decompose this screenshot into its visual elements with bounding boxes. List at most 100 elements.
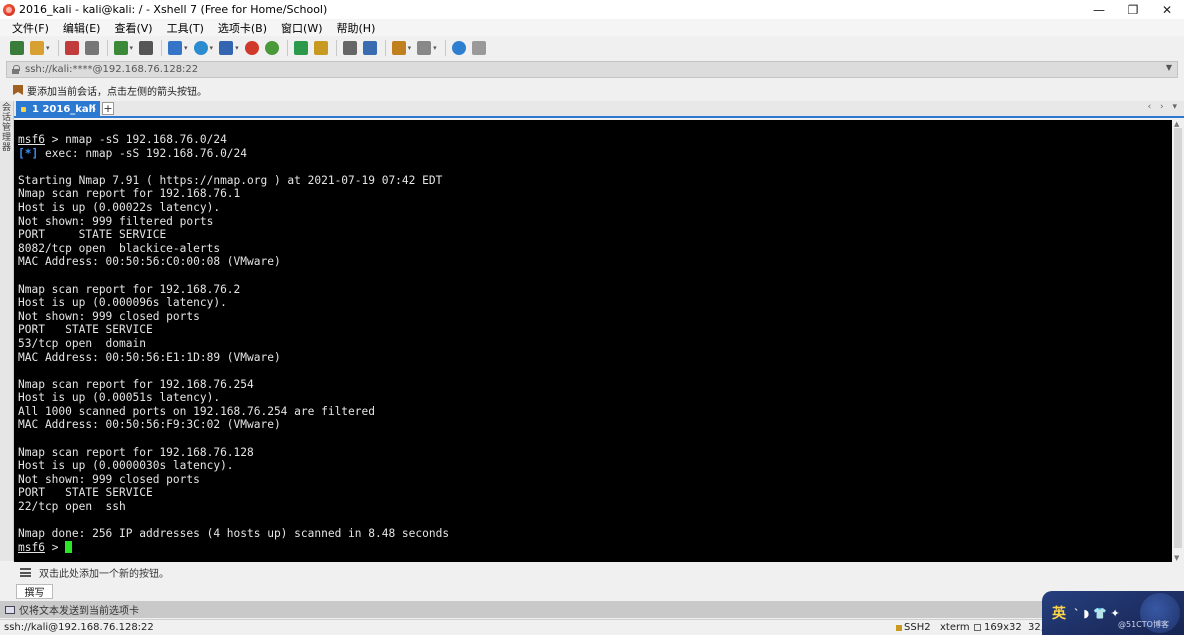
keyboard-icon[interactable] xyxy=(342,41,357,55)
scrollbar-thumb[interactable] xyxy=(1174,128,1182,548)
tab-bar: 1 2016_kali × + ‹ › ▾ xyxy=(14,101,1184,118)
folder-transfer-icon[interactable] xyxy=(391,41,406,55)
send-scope-text: 仅将文本发送到当前选项卡 xyxy=(19,606,139,617)
address-bar[interactable]: ssh://kali:****@192.168.76.128:22 ▼ xyxy=(6,61,1178,78)
lock-icon xyxy=(11,65,20,74)
terminal-line: msf6 > xyxy=(18,540,449,555)
scroll-down-icon[interactable]: ▼ xyxy=(1174,554,1179,562)
help-icon[interactable] xyxy=(451,41,466,55)
properties-icon[interactable] xyxy=(168,41,183,55)
terminal-text: Nmap scan report for 192.168.76.128 xyxy=(18,445,254,459)
layout-icon[interactable] xyxy=(417,41,432,55)
script-icon[interactable] xyxy=(362,41,377,55)
toolbar-separator xyxy=(286,40,288,56)
ime-language[interactable]: 英 xyxy=(1052,603,1066,623)
terminal-text: MAC Address: 00:50:56:F9:3C:02 (VMware) xyxy=(18,418,281,432)
tab-close-icon[interactable]: × xyxy=(89,102,97,113)
terminal-line: 53/tcp open domain xyxy=(18,337,449,351)
terminal-line: Nmap done: 256 IP addresses (4 hosts up)… xyxy=(18,527,449,541)
terminal-area[interactable]: msf6 > nmap -sS 192.168.76.0/24 [*] exec:… xyxy=(14,120,1172,562)
minimize-button[interactable]: — xyxy=(1082,0,1116,19)
find-icon[interactable] xyxy=(139,41,154,55)
tab-2016-kali[interactable]: 1 2016_kali × xyxy=(16,101,100,118)
compose-send-bar[interactable]: 仅将文本发送到当前选项卡 xyxy=(0,601,1184,618)
toolbar-separator xyxy=(57,40,59,56)
status-connection: ssh://kali@192.168.76.128:22 xyxy=(4,622,154,633)
terminal-line xyxy=(18,364,449,378)
toolbar-separator xyxy=(335,40,337,56)
menu-edit[interactable]: 编辑(E) xyxy=(63,20,101,36)
status-bar: ssh://kali@192.168.76.128:22 SSH2 xterm … xyxy=(0,619,1184,635)
globe-icon[interactable] xyxy=(193,41,208,55)
xmanager-icon[interactable] xyxy=(264,41,279,55)
dropdown-arrow-icon[interactable]: ▾ xyxy=(184,44,188,52)
toolbar-separator xyxy=(161,40,163,56)
terminal-line: PORT STATE SERVICE xyxy=(18,323,449,337)
terminal-text: 53/tcp open domain xyxy=(18,336,146,350)
address-text: ssh://kali:****@192.168.76.128:22 xyxy=(25,64,199,75)
lock-icon[interactable] xyxy=(313,41,328,55)
info-text: 要添加当前会话，点击左侧的箭头按钮。 xyxy=(27,86,207,98)
chat-icon[interactable] xyxy=(471,41,486,55)
grid-icon xyxy=(974,624,981,631)
dropdown-arrow-icon[interactable]: ▾ xyxy=(210,44,214,52)
dropdown-arrow-icon[interactable]: ▾ xyxy=(408,44,412,52)
add-tab-button[interactable]: + xyxy=(102,102,114,115)
terminal-text: Not shown: 999 closed ports xyxy=(18,309,200,323)
menu-tools[interactable]: 工具(T) xyxy=(167,20,204,36)
new-tab-icon[interactable] xyxy=(113,41,128,55)
dropdown-arrow-icon[interactable]: ▾ xyxy=(130,44,134,52)
terminal-line: All 1000 scanned ports on 192.168.76.254… xyxy=(18,405,449,419)
sidebar-label: 会话管理器 xyxy=(2,103,12,153)
tab-navigation[interactable]: ‹ › ▾ xyxy=(1148,102,1180,112)
maximize-button[interactable]: ❐ xyxy=(1116,0,1150,19)
scroll-up-icon[interactable]: ▲ xyxy=(1174,120,1179,128)
fullscreen-icon[interactable] xyxy=(293,41,308,55)
reconnect-icon[interactable] xyxy=(64,41,79,55)
terminal-output: msf6 > nmap -sS 192.168.76.0/24 [*] exec:… xyxy=(18,133,449,554)
open-folder-icon[interactable] xyxy=(30,41,44,55)
session-manager-sidebar[interactable]: 会话管理器 xyxy=(0,101,14,561)
lock-icon xyxy=(21,107,26,112)
disconnect-icon[interactable] xyxy=(84,41,99,55)
bookmark-icon[interactable] xyxy=(13,85,23,95)
terminal-line: MAC Address: 00:50:56:E1:1D:89 (VMware) xyxy=(18,351,449,365)
terminal-text: Host is up (0.00022s latency). xyxy=(18,200,221,214)
dropdown-arrow-icon[interactable]: ▾ xyxy=(46,44,50,52)
new-session-icon[interactable] xyxy=(10,41,24,55)
window-controls: — ❐ ✕ xyxy=(1082,0,1184,19)
prompt-text: msf6 xyxy=(18,133,45,146)
terminal-line: Not shown: 999 closed ports xyxy=(18,310,449,324)
quick-command-bar[interactable]: 双击此处添加一个新的按钮。 xyxy=(0,562,1184,583)
menu-window[interactable]: 窗口(W) xyxy=(281,20,322,36)
menu-view[interactable]: 查看(V) xyxy=(114,20,152,36)
compose-button[interactable]: 撰写 xyxy=(16,584,53,599)
font-icon[interactable] xyxy=(219,41,234,55)
terminal-line: Host is up (0.000096s latency). xyxy=(18,296,449,310)
terminal-text: MAC Address: 00:50:56:E1:1D:89 (VMware) xyxy=(18,350,281,364)
terminal-text: Nmap done: 256 IP addresses (4 hosts up)… xyxy=(18,527,450,541)
menu-help[interactable]: 帮助(H) xyxy=(337,20,376,36)
ime-toolbar[interactable]: 英 ˋ ◗ 👕 ✦ @51CTO博客 xyxy=(1042,591,1184,635)
menu-file[interactable]: 文件(F) xyxy=(12,20,49,36)
terminal-line: Nmap scan report for 192.168.76.254 xyxy=(18,378,449,392)
xftp-icon[interactable] xyxy=(244,41,259,55)
dropdown-arrow-icon[interactable]: ▾ xyxy=(235,44,239,52)
status-size: 169x32 xyxy=(974,622,1022,633)
dropdown-arrow-icon[interactable]: ▾ xyxy=(433,44,437,52)
watermark: @51CTO博客 xyxy=(1118,620,1169,629)
menu-tab[interactable]: 选项卡(B) xyxy=(218,20,267,36)
ime-symbols[interactable]: ˋ ◗ 👕 ✦ xyxy=(1074,607,1120,620)
terminal-text: 8082/tcp open blackice-alerts xyxy=(18,241,221,255)
status-term: xterm xyxy=(940,622,970,633)
terminal-line: [*] exec: nmap -sS 192.168.76.0/24 xyxy=(18,147,449,161)
chevron-down-icon[interactable]: ▼ xyxy=(1166,63,1172,72)
terminal-scrollbar[interactable]: ▲ ▼ xyxy=(1172,120,1184,562)
xshell-app-icon[interactable] xyxy=(3,3,15,16)
title-bar: 2016_kali - kali@kali: / - Xshell 7 (Fre… xyxy=(0,0,1184,19)
close-button[interactable]: ✕ xyxy=(1150,0,1184,19)
menu-icon[interactable] xyxy=(20,568,31,577)
